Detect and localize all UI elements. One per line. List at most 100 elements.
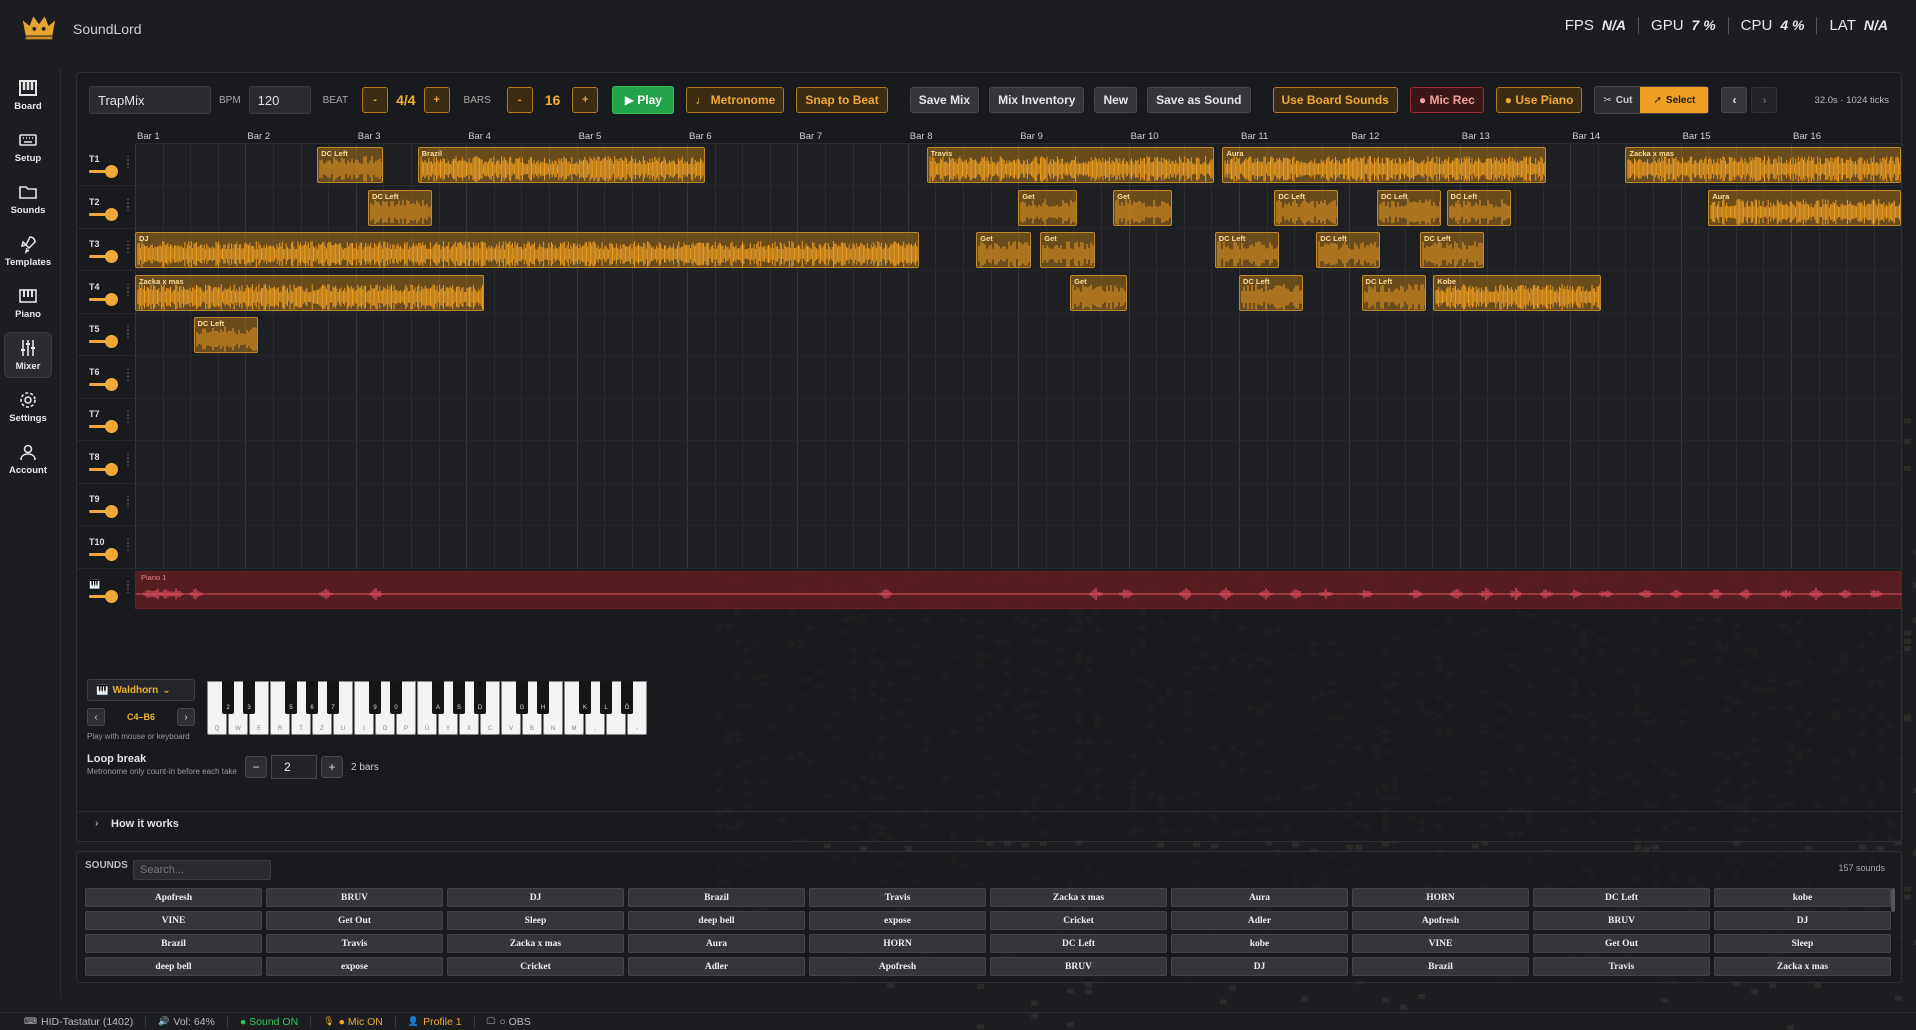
sidebar-item-settings[interactable]: Settings xyxy=(4,384,52,430)
sound-button[interactable]: deep bell xyxy=(628,911,805,930)
status-item[interactable]: 🖵 ○ OBS xyxy=(475,1016,543,1028)
sound-button[interactable]: Cricket xyxy=(990,911,1167,930)
sound-button[interactable]: Brazil xyxy=(1352,957,1529,976)
track-volume-slider[interactable] xyxy=(89,292,118,306)
sound-button[interactable]: kobe xyxy=(1714,888,1891,907)
sound-button[interactable]: BRUV xyxy=(266,888,443,907)
audio-clip[interactable]: DC Left xyxy=(1316,232,1381,268)
slider-knob[interactable] xyxy=(105,547,118,561)
sound-button[interactable]: Sleep xyxy=(447,911,624,930)
sidebar-item-mixer[interactable]: Mixer xyxy=(4,332,52,378)
bpm-input[interactable]: 120 xyxy=(248,86,311,114)
drag-handle-icon[interactable]: ⋮ ⋮ xyxy=(123,326,133,340)
use-piano-button[interactable]: ● Use Piano xyxy=(1495,87,1583,113)
sidebar-item-account[interactable]: Account xyxy=(4,436,52,482)
piano-clip[interactable]: Piano 1 xyxy=(135,571,1902,609)
audio-clip[interactable]: Get xyxy=(1040,232,1096,268)
bars-increase-button[interactable]: + xyxy=(572,87,599,113)
bars-decrease-button[interactable]: - xyxy=(506,87,533,113)
piano-black-key[interactable]: H xyxy=(537,681,549,714)
sound-button[interactable]: Brazil xyxy=(628,888,805,907)
track-volume-slider[interactable] xyxy=(89,505,118,518)
sidebar-item-piano[interactable]: Piano xyxy=(4,280,52,326)
sidebar-item-setup[interactable]: Setup xyxy=(4,124,52,170)
cut-tool-button[interactable]: ✂ Cut xyxy=(1595,87,1641,113)
loop-increase-button[interactable]: + xyxy=(321,756,343,778)
octave-down-button[interactable]: ‹ xyxy=(87,708,105,726)
instrument-select[interactable]: 🎹 Waldhorn ⌄ xyxy=(87,679,195,701)
slider-knob[interactable] xyxy=(105,292,118,306)
status-item[interactable]: ⌨ HID-Tastatur (1402) xyxy=(12,1015,147,1028)
sound-button[interactable]: Apofresh xyxy=(85,888,262,907)
drag-handle-icon[interactable]: ⋮ ⋮ xyxy=(123,581,133,595)
track-volume-slider[interactable] xyxy=(89,590,118,603)
status-item[interactable]: 🎙 ● Mic ON xyxy=(311,1015,396,1028)
slider-knob[interactable] xyxy=(105,505,118,518)
piano-black-key[interactable]: 0 xyxy=(390,681,402,714)
sound-button[interactable]: Adler xyxy=(628,957,805,976)
sound-button[interactable]: DJ xyxy=(1171,957,1348,976)
sound-button[interactable]: Brazil xyxy=(85,934,262,953)
audio-clip[interactable]: DC Left xyxy=(367,189,432,226)
snap-to-beat-button[interactable]: Snap to Beat xyxy=(796,87,888,113)
sound-button[interactable]: HORN xyxy=(809,934,986,953)
audio-clip[interactable]: DC Left xyxy=(1377,189,1442,226)
sound-button[interactable]: BRUV xyxy=(990,957,1167,976)
sound-button[interactable]: expose xyxy=(266,957,443,976)
piano-black-key[interactable]: G xyxy=(516,681,528,714)
audio-clip[interactable]: DC Left xyxy=(1361,274,1426,311)
piano-black-key[interactable]: 5 xyxy=(285,681,297,714)
slider-knob[interactable] xyxy=(105,420,118,433)
piano-black-key[interactable]: Ö xyxy=(621,681,633,714)
sound-button[interactable]: VINE xyxy=(85,911,262,930)
audio-clip[interactable]: Get xyxy=(1070,274,1128,311)
sound-button[interactable]: Get Out xyxy=(266,911,443,930)
audio-clip[interactable]: DC Left xyxy=(193,317,258,353)
piano-black-key[interactable]: K xyxy=(579,681,591,714)
drag-handle-icon[interactable]: ⋮ ⋮ xyxy=(123,368,133,382)
sound-button[interactable]: Get Out xyxy=(1533,934,1710,953)
save-as-sound-button[interactable]: Save as Sound xyxy=(1147,87,1251,113)
piano-black-key[interactable]: D xyxy=(474,681,486,714)
status-item[interactable]: 🔊 Vol: 64% xyxy=(146,1015,228,1028)
sound-button[interactable]: VINE xyxy=(1352,934,1529,953)
drag-handle-icon[interactable]: ⋮ ⋮ xyxy=(123,538,133,552)
track-volume-slider[interactable] xyxy=(89,207,118,221)
sound-button[interactable]: Cricket xyxy=(447,957,624,976)
beat-increase-button[interactable]: + xyxy=(423,87,450,113)
audio-clip[interactable]: Aura xyxy=(1222,147,1546,183)
piano-black-key[interactable]: 9 xyxy=(369,681,381,714)
status-item[interactable]: 👤 Profile 1 xyxy=(396,1015,475,1028)
sound-button[interactable]: DJ xyxy=(1714,911,1891,930)
loop-decrease-button[interactable]: − xyxy=(245,756,267,778)
sound-button[interactable]: DC Left xyxy=(1533,888,1710,907)
sound-button[interactable]: Aura xyxy=(628,934,805,953)
piano-black-key[interactable]: S xyxy=(453,681,465,714)
slider-knob[interactable] xyxy=(105,377,118,391)
new-mix-button[interactable]: New xyxy=(1094,87,1138,113)
use-board-sounds-button[interactable]: Use Board Sounds xyxy=(1272,87,1398,113)
audio-clip[interactable]: DC Left xyxy=(1239,274,1304,311)
slider-knob[interactable] xyxy=(105,462,118,476)
piano-black-key[interactable]: L xyxy=(600,681,612,714)
audio-clip[interactable]: DC Left xyxy=(1446,189,1511,226)
slider-knob[interactable] xyxy=(105,207,118,221)
drag-handle-icon[interactable]: ⋮ ⋮ xyxy=(123,496,133,510)
track-volume-slider[interactable] xyxy=(89,377,118,391)
audio-clip[interactable]: DJ xyxy=(135,232,919,268)
nav-prev-button[interactable]: ‹ xyxy=(1721,87,1748,113)
slider-knob[interactable] xyxy=(105,590,118,603)
sound-button[interactable]: HORN xyxy=(1352,888,1529,907)
sidebar-item-board[interactable]: Board xyxy=(4,72,52,118)
sound-button[interactable]: Travis xyxy=(266,934,443,953)
audio-clip[interactable]: Travis xyxy=(926,147,1214,183)
track-volume-slider[interactable] xyxy=(89,462,118,476)
play-button[interactable]: ▶ Play xyxy=(612,86,675,114)
sound-button[interactable]: DC Left xyxy=(990,934,1167,953)
sounds-scrollbar[interactable] xyxy=(1891,888,1895,912)
audio-clip[interactable]: DC Left xyxy=(1274,189,1339,226)
slider-knob[interactable] xyxy=(105,250,118,263)
slider-knob[interactable] xyxy=(105,165,118,178)
metronome-button[interactable]: ♩ Metronome xyxy=(686,87,785,113)
sound-button[interactable]: kobe xyxy=(1171,934,1348,953)
